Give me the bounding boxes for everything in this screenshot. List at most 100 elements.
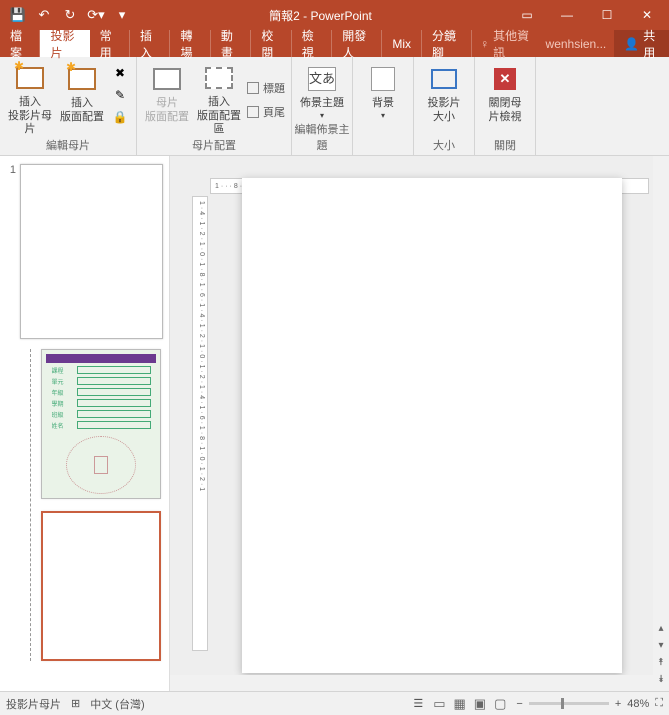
group-master-layout: 母片 版面配置 插入 版面配置區 標題 頁尾 母片配置 xyxy=(137,57,292,155)
master-layout-label: 母片 版面配置 xyxy=(145,97,189,125)
slide-size-button[interactable]: 投影片 大小 xyxy=(420,61,468,137)
start-from-beginning-button[interactable]: ⟳▾ xyxy=(84,3,108,27)
close-button[interactable]: ✕ xyxy=(627,0,667,30)
checkbox-icon xyxy=(247,106,259,118)
notes-icon[interactable]: ☰ xyxy=(413,697,423,710)
view-name: 投影片母片 xyxy=(6,696,61,712)
tell-me[interactable]: ♀ 其他資訊 xyxy=(472,30,537,57)
ribbon-display-options-button[interactable]: ▭ xyxy=(507,0,547,30)
group-master-layout-label: 母片配置 xyxy=(137,137,291,153)
footer-checkbox[interactable]: 頁尾 xyxy=(247,104,285,120)
qat-customize-button[interactable]: ▾ xyxy=(110,3,134,27)
zoom-level[interactable]: 48% xyxy=(627,698,649,710)
close-master-label: 關閉母 片檢視 xyxy=(489,97,522,125)
work-area: 1 課程 單元 年級 學期 班級 姓名 1···8···1···6···1···… xyxy=(0,156,669,691)
slideshow-view-button[interactable]: ▢ xyxy=(494,696,506,712)
group-close: ✕ 關閉母 片檢視 關閉 xyxy=(475,57,536,155)
zoom-in-button[interactable]: + xyxy=(615,698,621,710)
lg-box xyxy=(77,399,151,407)
lg-box xyxy=(77,366,151,374)
redo-button[interactable]: ↻ xyxy=(58,3,82,27)
tab-storyboard[interactable]: 分鏡腳 xyxy=(422,30,472,57)
maximize-button[interactable]: ☐ xyxy=(587,0,627,30)
lg-box xyxy=(77,388,151,396)
minimize-button[interactable]: — xyxy=(547,0,587,30)
layout-icon xyxy=(68,63,96,95)
size-icon xyxy=(431,63,457,95)
sorter-view-button[interactable]: ▦ xyxy=(454,696,466,712)
status-bar: 投影片母片 ⊞ 中文 (台灣) ☰ ▭ ▦ ▣ ▢ − + 48% ⛶ xyxy=(0,691,669,715)
undo-button[interactable]: ↶ xyxy=(32,3,56,27)
thumbnails-pane[interactable]: 1 課程 單元 年級 學期 班級 姓名 xyxy=(0,156,170,691)
title-checkbox[interactable]: 標題 xyxy=(247,80,285,96)
accessibility-icon[interactable]: ⊞ xyxy=(71,697,80,710)
photo-placeholder-icon xyxy=(94,456,108,474)
tab-developer[interactable]: 開發人 xyxy=(332,30,382,57)
layout-checks: 標題 頁尾 xyxy=(247,61,285,137)
group-size-label: 大小 xyxy=(414,137,474,153)
tab-file[interactable]: 檔案 xyxy=(0,30,40,57)
tab-slide-master[interactable]: 投影片 xyxy=(40,30,89,57)
tab-review[interactable]: 校閱 xyxy=(251,30,291,57)
tab-animations[interactable]: 動畫 xyxy=(211,30,251,57)
background-button[interactable]: 背景▾ xyxy=(359,61,407,137)
master-thumbnail[interactable] xyxy=(20,164,163,339)
save-button[interactable]: 💾 xyxy=(6,3,30,27)
tab-home[interactable]: 常用 xyxy=(90,30,130,57)
normal-view-button[interactable]: ▭ xyxy=(433,696,445,712)
themes-label: 佈景主題 xyxy=(300,97,344,111)
vertical-scrollbar[interactable]: ▴ ▾ ⯭ ⯯ xyxy=(653,156,669,691)
close-icon: ✕ xyxy=(494,63,516,95)
prev-slide-icon[interactable]: ⯭ xyxy=(658,657,664,668)
lg-r1: 課程 xyxy=(52,366,74,374)
placeholder-icon xyxy=(205,63,233,94)
scroll-up-icon[interactable]: ▴ xyxy=(658,623,663,634)
ribbon: 插入 投影片母片 插入 版面配置 ✖ ✎ 🔒 編輯母片 母片 版面配置 插入 版… xyxy=(0,57,669,156)
delete-button[interactable]: ✖ xyxy=(110,63,130,83)
rename-button[interactable]: ✎ xyxy=(110,85,130,105)
fit-to-window-button[interactable]: ⛶ xyxy=(655,697,663,710)
background-icon xyxy=(371,63,395,95)
bulb-icon: ♀ xyxy=(480,37,489,51)
master-small-buttons: ✖ ✎ 🔒 xyxy=(110,61,130,137)
layout-thumbnail-1[interactable]: 課程 單元 年級 學期 班級 姓名 xyxy=(41,349,161,499)
lg-r6: 姓名 xyxy=(52,421,74,429)
person-icon: 👤 xyxy=(624,37,639,51)
footer-check-label: 頁尾 xyxy=(263,104,285,120)
zoom-slider[interactable] xyxy=(529,702,609,705)
lg-r5: 班級 xyxy=(52,410,74,418)
horizontal-scrollbar[interactable] xyxy=(170,675,653,691)
window-controls: ▭ — ☐ ✕ xyxy=(507,0,667,30)
insert-placeholder-button[interactable]: 插入 版面配置區 xyxy=(195,61,243,137)
title-bar: 💾 ↶ ↻ ⟳▾ ▾ 簡報2 - PowerPoint ▭ — ☐ ✕ xyxy=(0,0,669,30)
tab-insert[interactable]: 插入 xyxy=(130,30,170,57)
group-edit-master: 插入 投影片母片 插入 版面配置 ✖ ✎ 🔒 編輯母片 xyxy=(0,57,137,155)
layout-thumbnails: 課程 單元 年級 學期 班級 姓名 xyxy=(30,349,163,661)
reading-view-button[interactable]: ▣ xyxy=(474,696,486,712)
view-switcher: ▭ ▦ ▣ ▢ xyxy=(433,696,506,712)
insert-slide-master-button[interactable]: 插入 投影片母片 xyxy=(6,61,54,137)
scroll-down-icon[interactable]: ▾ xyxy=(658,640,663,651)
vertical-ruler[interactable]: 1·4·1·2·1·0·1·8·1·6·1·4·1·2·1·0·1·2·1·4·… xyxy=(192,196,208,651)
slide-canvas[interactable] xyxy=(242,178,622,673)
user-account[interactable]: wenhsien... xyxy=(538,30,615,57)
lg-box xyxy=(77,421,151,429)
background-label: 背景 xyxy=(372,97,394,111)
lg-r3: 年級 xyxy=(52,388,74,396)
insert-layout-button[interactable]: 插入 版面配置 xyxy=(58,61,106,137)
ribbon-tabs: 檔案 投影片 常用 插入 轉場 動畫 校閱 檢視 開發人 Mix 分鏡腳 ♀ 其… xyxy=(0,30,669,57)
group-close-label: 關閉 xyxy=(475,137,535,153)
zoom-controls: − + 48% ⛶ xyxy=(516,697,663,710)
tab-mix[interactable]: Mix xyxy=(382,30,422,57)
tab-transitions[interactable]: 轉場 xyxy=(170,30,210,57)
tab-view[interactable]: 檢視 xyxy=(292,30,332,57)
language-indicator[interactable]: 中文 (台灣) xyxy=(90,696,144,712)
editing-area: 1···8···1···6···1···4···1···2···1···0···… xyxy=(170,156,669,691)
close-master-view-button[interactable]: ✕ 關閉母 片檢視 xyxy=(481,61,529,137)
preserve-button[interactable]: 🔒 xyxy=(110,107,130,127)
checkbox-icon xyxy=(247,82,259,94)
layout-thumbnail-2[interactable] xyxy=(41,511,161,661)
share-button[interactable]: 👤 共用 xyxy=(614,30,669,57)
next-slide-icon[interactable]: ⯯ xyxy=(658,674,664,685)
zoom-out-button[interactable]: − xyxy=(516,698,522,710)
